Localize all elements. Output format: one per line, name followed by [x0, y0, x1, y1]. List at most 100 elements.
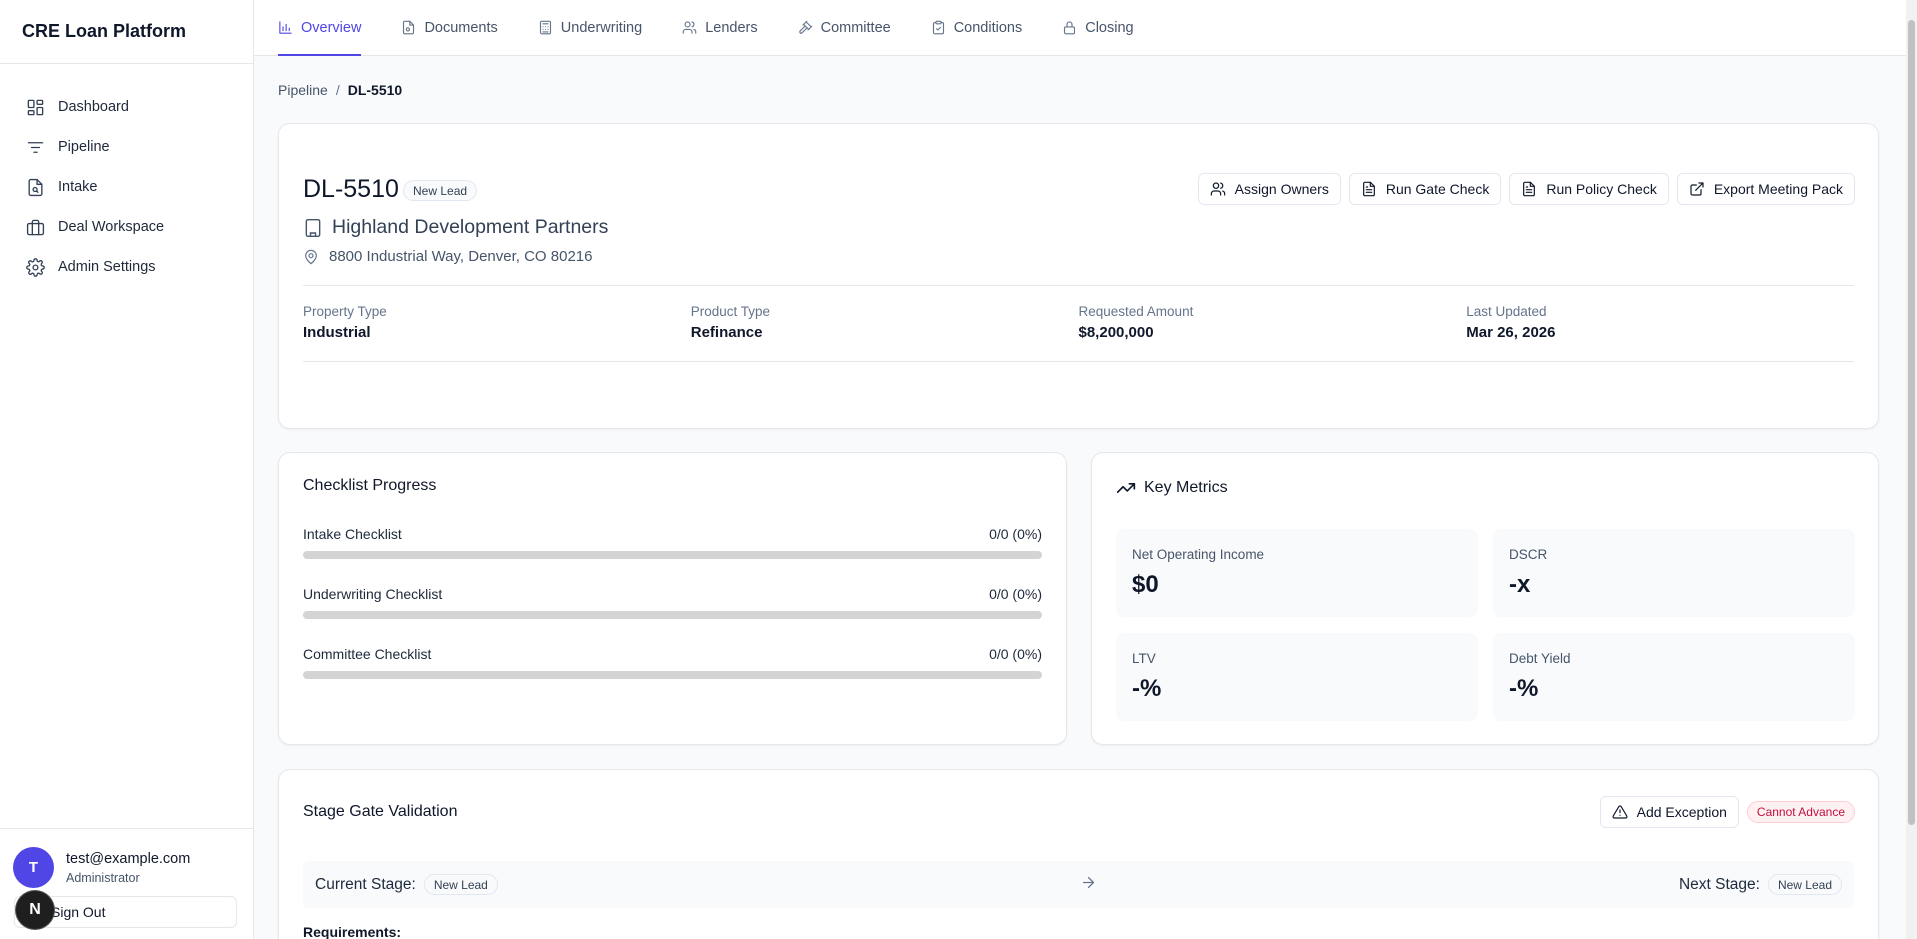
breadcrumb-current: DL-5510: [347, 82, 403, 98]
metric-label: DSCR: [1509, 547, 1548, 562]
sidebar-nav: Dashboard Pipeline Intake Deal Workspace…: [0, 64, 253, 287]
tab-label: Underwriting: [560, 19, 643, 36]
avatar[interactable]: T: [13, 847, 54, 888]
metric-value: -%: [1132, 675, 1162, 702]
assign-owners-button[interactable]: Assign Owners: [1197, 173, 1341, 205]
next-stage-badge: New Lead: [1767, 874, 1842, 895]
warning-triangle-icon: [1612, 805, 1628, 819]
info-last-updated: Last Updated Mar 26, 2026: [1466, 286, 1854, 361]
sidebar-item-label: Pipeline: [58, 139, 110, 155]
key-metrics-card: Key Metrics Net Operating Income $0 DSCR…: [1091, 452, 1879, 745]
gavel-icon: [798, 20, 812, 34]
checklist-label: Committee Checklist: [303, 646, 432, 662]
next-stage: Next Stage: New Lead: [1679, 874, 1842, 895]
info-value: Refinance: [690, 324, 763, 341]
metric-label: LTV: [1132, 651, 1156, 666]
button-label: Run Policy Check: [1546, 181, 1657, 197]
user-email: test@example.com: [66, 851, 191, 867]
info-label: Property Type: [303, 304, 387, 319]
card-title-label: Key Metrics: [1144, 479, 1228, 496]
deal-tabs: Overview Documents Underwriting Lenders …: [254, 0, 1906, 56]
tab-label: Documents: [424, 19, 498, 36]
next-stage-label: Next Stage:: [1678, 875, 1760, 893]
run-policy-check-button[interactable]: Run Policy Check: [1509, 173, 1669, 205]
info-label: Product Type: [690, 304, 771, 319]
sidebar-item-admin-settings[interactable]: Admin Settings: [0, 247, 253, 287]
stage-transition-row: Current Stage: New Lead Next Stage: New …: [303, 861, 1854, 908]
sidebar-item-deal-workspace[interactable]: Deal Workspace: [0, 207, 253, 247]
clipboard-check-icon: [932, 20, 944, 35]
breadcrumb-pipeline-link[interactable]: Pipeline: [278, 82, 328, 98]
tab-label: Conditions: [953, 19, 1023, 36]
briefcase-icon: [26, 219, 45, 235]
deal-header-card: DL-5510 New Lead Highland Development Pa…: [278, 123, 1879, 429]
building-icon: [305, 218, 321, 237]
info-label: Last Updated: [1466, 304, 1547, 319]
card-title: Key Metrics: [1116, 478, 1228, 498]
sidebar-item-dashboard[interactable]: Dashboard: [0, 87, 253, 127]
map-pin-icon: [305, 249, 317, 264]
run-gate-check-button[interactable]: Run Gate Check: [1348, 173, 1502, 205]
user-role: Administrator: [66, 871, 140, 885]
checklist-label: Intake Checklist: [303, 526, 402, 542]
progress-bar: [303, 671, 1042, 679]
checklist-value: 0/0 (0%): [989, 646, 1042, 662]
dashboard-icon: [27, 99, 44, 115]
info-label: Requested Amount: [1078, 304, 1194, 319]
requirements-heading: Requirements:: [303, 924, 402, 939]
file-search-icon: [28, 178, 43, 196]
bar-chart-icon: [279, 21, 292, 34]
add-exception-button[interactable]: Add Exception: [1599, 796, 1739, 828]
info-property-type: Property Type Industrial: [303, 286, 691, 361]
gate-status-badge: Cannot Advance: [1746, 801, 1855, 823]
user-panel: T test@example.com Administrator Sign Ou…: [0, 828, 253, 939]
stage-gate-card: Stage Gate Validation Add Exception Cann…: [278, 769, 1879, 939]
external-link-icon: [1690, 182, 1704, 196]
progress-bar: [303, 611, 1042, 619]
app-title: CRE Loan Platform: [0, 0, 253, 64]
users-icon: [1210, 182, 1225, 196]
tab-overview[interactable]: Overview: [278, 0, 362, 56]
dev-tools-badge[interactable]: N: [16, 891, 54, 929]
current-stage-label: Current Stage:: [315, 875, 416, 893]
metric-value: -%: [1509, 675, 1539, 702]
page-scrollbar[interactable]: [1906, 0, 1917, 939]
card-title: Checklist Progress: [303, 477, 437, 494]
status-badge: New Lead: [403, 180, 478, 201]
card-title: Stage Gate Validation: [303, 803, 458, 820]
file-text-icon: [1523, 181, 1536, 197]
deal-info-row: Property Type Industrial Product Type Re…: [303, 285, 1854, 362]
tab-committee[interactable]: Committee: [798, 0, 891, 55]
gear-icon: [26, 257, 45, 277]
filter-lines-icon: [27, 141, 44, 153]
property-address: 8800 Industrial Way, Denver, CO 80216: [303, 248, 592, 265]
file-text-icon: [1362, 181, 1375, 197]
metric-label: Net Operating Income: [1132, 547, 1265, 562]
page-title: DL-5510: [303, 175, 399, 203]
tab-label: Committee: [820, 19, 891, 36]
checklist-label: Underwriting Checklist: [303, 586, 443, 602]
tab-documents[interactable]: Documents: [401, 0, 498, 55]
metric-value: $0: [1132, 571, 1159, 598]
info-value: Industrial: [303, 324, 371, 341]
checklist-row-committee: Committee Checklist 0/0 (0%): [303, 646, 1042, 686]
tab-underwriting[interactable]: Underwriting: [538, 0, 642, 55]
metric-ltv: LTV -%: [1116, 633, 1478, 721]
checklist-value: 0/0 (0%): [989, 586, 1042, 602]
checklist-progress-card: Checklist Progress Intake Checklist 0/0 …: [278, 452, 1067, 745]
sidebar-item-pipeline[interactable]: Pipeline: [0, 127, 253, 167]
arrow-right-icon: [1080, 874, 1097, 896]
tab-label: Closing: [1085, 19, 1134, 36]
tab-lenders[interactable]: Lenders: [682, 0, 758, 55]
tab-conditions[interactable]: Conditions: [931, 0, 1023, 55]
scrollbar-thumb[interactable]: [1908, 20, 1915, 825]
tab-closing[interactable]: Closing: [1062, 0, 1134, 55]
sidebar: CRE Loan Platform Dashboard Pipeline Int…: [0, 0, 254, 939]
export-meeting-pack-button[interactable]: Export Meeting Pack: [1676, 173, 1855, 205]
button-label: Run Gate Check: [1385, 181, 1490, 197]
sidebar-item-label: Admin Settings: [58, 259, 156, 275]
metric-dscr: DSCR -x: [1493, 529, 1855, 617]
company-name: Highland Development Partners: [303, 216, 608, 239]
progress-bar: [303, 551, 1042, 559]
sidebar-item-intake[interactable]: Intake: [0, 167, 253, 207]
